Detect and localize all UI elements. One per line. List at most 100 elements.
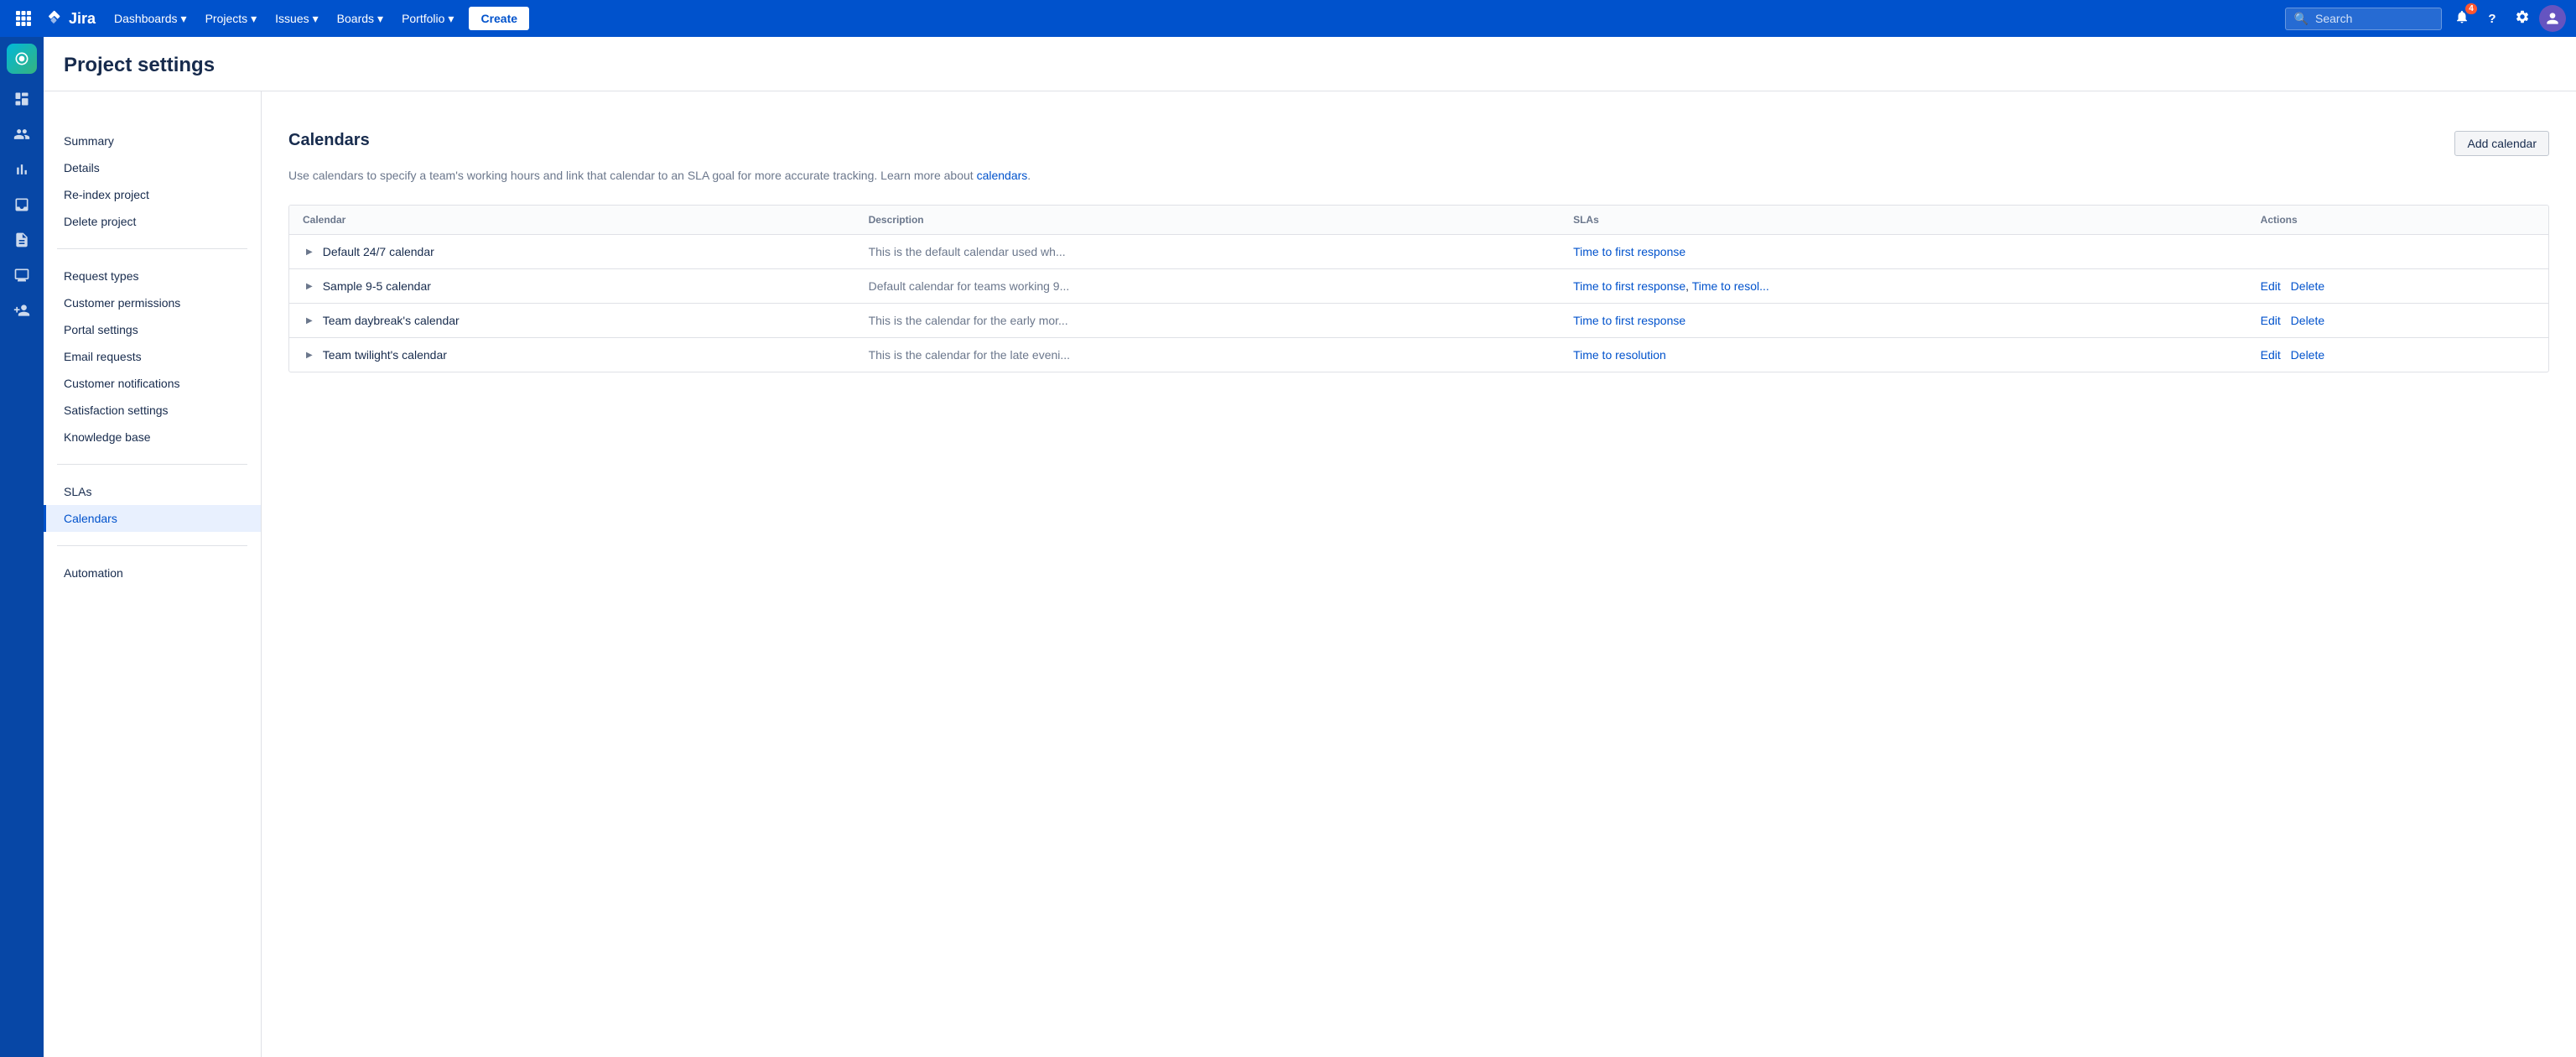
row4-delete-link[interactable]: Delete bbox=[2291, 348, 2324, 362]
sidebar-item-slas[interactable]: SLAs bbox=[44, 478, 261, 505]
table-row: ▶ Sample 9-5 calendar Default calendar f… bbox=[289, 269, 2548, 304]
dashboards-chevron-icon: ▾ bbox=[181, 12, 187, 26]
sidebar-icon-person-add[interactable] bbox=[5, 294, 39, 327]
sidebar-item-customer-notifications[interactable]: Customer notifications bbox=[44, 370, 261, 397]
sidebar-item-automation[interactable]: Automation bbox=[44, 560, 261, 586]
sidebar-item-customer-permissions[interactable]: Customer permissions bbox=[44, 289, 261, 316]
row1-actions bbox=[2247, 235, 2548, 269]
row4-calendar: ▶ Team twilight's calendar bbox=[289, 338, 855, 372]
settings-button[interactable] bbox=[2509, 5, 2536, 32]
page-title: Project settings bbox=[64, 54, 2556, 91]
sidebar-item-knowledge-base[interactable]: Knowledge base bbox=[44, 424, 261, 450]
row2-expand-button[interactable]: ▶ bbox=[303, 280, 316, 293]
boards-chevron-icon: ▾ bbox=[377, 12, 383, 26]
sidebar-icon-doc[interactable] bbox=[5, 223, 39, 257]
sidebar-icon-monitor[interactable] bbox=[5, 258, 39, 292]
row2-sla-link-2[interactable]: Time to resol... bbox=[1692, 279, 1769, 293]
col-slas: SLAs bbox=[1560, 206, 2247, 235]
sidebar-item-reindex[interactable]: Re-index project bbox=[44, 181, 261, 208]
add-calendar-button[interactable]: Add calendar bbox=[2454, 131, 2549, 156]
col-actions: Actions bbox=[2247, 206, 2548, 235]
notifications-button[interactable]: 4 bbox=[2449, 5, 2475, 32]
portfolio-chevron-icon: ▾ bbox=[448, 12, 454, 26]
table-row: ▶ Team daybreak's calendar This is the c… bbox=[289, 304, 2548, 338]
issues-chevron-icon: ▾ bbox=[313, 12, 319, 26]
row3-expand-button[interactable]: ▶ bbox=[303, 315, 316, 327]
row4-expand-button[interactable]: ▶ bbox=[303, 349, 316, 362]
sidebar-section-sla: SLAs Calendars bbox=[44, 471, 261, 539]
sidebar-icon-people[interactable] bbox=[5, 117, 39, 151]
row2-delete-link[interactable]: Delete bbox=[2291, 279, 2324, 293]
row3-edit-link[interactable]: Edit bbox=[2261, 314, 2281, 327]
nav-issues[interactable]: Issues ▾ bbox=[267, 7, 327, 31]
row2-sla-link-1[interactable]: Time to first response bbox=[1573, 279, 1685, 293]
sidebar-item-summary[interactable]: Summary bbox=[44, 128, 261, 154]
nav-boards[interactable]: Boards ▾ bbox=[329, 7, 392, 31]
sidebar-item-calendars[interactable]: Calendars bbox=[44, 505, 261, 532]
projects-chevron-icon: ▾ bbox=[251, 12, 257, 26]
sidebar-item-details[interactable]: Details bbox=[44, 154, 261, 181]
table-row: ▶ Team twilight's calendar This is the c… bbox=[289, 338, 2548, 372]
top-nav-items: Dashboards ▾ Projects ▾ Issues ▾ Boards … bbox=[106, 7, 462, 31]
user-avatar[interactable] bbox=[2539, 5, 2566, 32]
sidebar-item-email-requests[interactable]: Email requests bbox=[44, 343, 261, 370]
col-calendar: Calendar bbox=[289, 206, 855, 235]
sidebar-item-portal-settings[interactable]: Portal settings bbox=[44, 316, 261, 343]
sidebar-icon-board[interactable] bbox=[5, 82, 39, 116]
row1-description: This is the default calendar used wh... bbox=[855, 235, 1560, 269]
row4-edit-link[interactable]: Edit bbox=[2261, 348, 2281, 362]
row4-actions: Edit Delete bbox=[2247, 338, 2548, 372]
row2-slas: Time to first response, Time to resol... bbox=[1560, 269, 2247, 304]
sidebar-item-satisfaction-settings[interactable]: Satisfaction settings bbox=[44, 397, 261, 424]
row3-delete-link[interactable]: Delete bbox=[2291, 314, 2324, 327]
main-wrapper: Summary Details Re-index project Delete … bbox=[44, 37, 2576, 1057]
row1-calendar: ▶ Default 24/7 calendar bbox=[289, 235, 855, 269]
sidebar-icon-inbox[interactable] bbox=[5, 188, 39, 221]
col-description: Description bbox=[855, 206, 1560, 235]
sidebar-icon-chart[interactable] bbox=[5, 153, 39, 186]
apps-menu-button[interactable] bbox=[10, 5, 37, 32]
create-button[interactable]: Create bbox=[469, 7, 529, 30]
row2-calendar: ▶ Sample 9-5 calendar bbox=[289, 269, 855, 304]
sidebar-section-automation: Automation bbox=[44, 553, 261, 593]
calendars-learn-more-link[interactable]: calendars bbox=[977, 169, 1028, 182]
section-description: Use calendars to specify a team's workin… bbox=[288, 167, 2549, 185]
search-input[interactable] bbox=[2315, 12, 2433, 25]
sidebar-section-service: Request types Customer permissions Porta… bbox=[44, 256, 261, 457]
row2-edit-link[interactable]: Edit bbox=[2261, 279, 2281, 293]
row4-description: This is the calendar for the late eveni.… bbox=[855, 338, 1560, 372]
nav-projects[interactable]: Projects ▾ bbox=[197, 7, 266, 31]
row3-sla-link-1[interactable]: Time to first response bbox=[1573, 314, 1685, 327]
row1-sla-link-1[interactable]: Time to first response bbox=[1573, 245, 1685, 258]
main-content: Calendars Add calendar Use calendars to … bbox=[262, 37, 2576, 1057]
sidebar-item-delete[interactable]: Delete project bbox=[44, 208, 261, 235]
content-inner: Calendars Add calendar Use calendars to … bbox=[262, 104, 2576, 399]
sidebar-divider-1 bbox=[57, 248, 247, 249]
help-button[interactable]: ? bbox=[2479, 5, 2506, 32]
search-bar[interactable]: 🔍 bbox=[2285, 8, 2442, 30]
section-title: Calendars bbox=[288, 131, 370, 150]
row1-slas: Time to first response bbox=[1560, 235, 2247, 269]
calendars-table: Calendar Description SLAs Actions ▶ bbox=[289, 206, 2548, 372]
jira-logo[interactable]: Jira bbox=[44, 8, 96, 29]
calendars-table-wrapper: Calendar Description SLAs Actions ▶ bbox=[288, 205, 2549, 372]
sidebar-section-general: Summary Details Re-index project Delete … bbox=[44, 121, 261, 242]
row4-sla-link-1[interactable]: Time to resolution bbox=[1573, 348, 1666, 362]
left-sidebar-icons bbox=[0, 37, 44, 1057]
top-nav-actions: 4 ? bbox=[2449, 5, 2566, 32]
row3-slas: Time to first response bbox=[1560, 304, 2247, 338]
row2-description: Default calendar for teams working 9... bbox=[855, 269, 1560, 304]
page-header: Project settings bbox=[44, 37, 2576, 91]
nav-dashboards[interactable]: Dashboards ▾ bbox=[106, 7, 195, 31]
table-header-row: Calendar Description SLAs Actions bbox=[289, 206, 2548, 235]
project-settings-sidebar: Summary Details Re-index project Delete … bbox=[44, 37, 262, 1057]
row3-calendar: ▶ Team daybreak's calendar bbox=[289, 304, 855, 338]
row1-expand-button[interactable]: ▶ bbox=[303, 246, 316, 258]
nav-portfolio[interactable]: Portfolio ▾ bbox=[393, 7, 462, 31]
sidebar-item-request-types[interactable]: Request types bbox=[44, 263, 261, 289]
project-icon[interactable] bbox=[7, 44, 37, 74]
table-row: ▶ Default 24/7 calendar This is the defa… bbox=[289, 235, 2548, 269]
sidebar-divider-3 bbox=[57, 545, 247, 546]
calendar-name-wrapper: ▶ Default 24/7 calendar bbox=[303, 245, 842, 258]
search-icon: 🔍 bbox=[2294, 12, 2309, 26]
